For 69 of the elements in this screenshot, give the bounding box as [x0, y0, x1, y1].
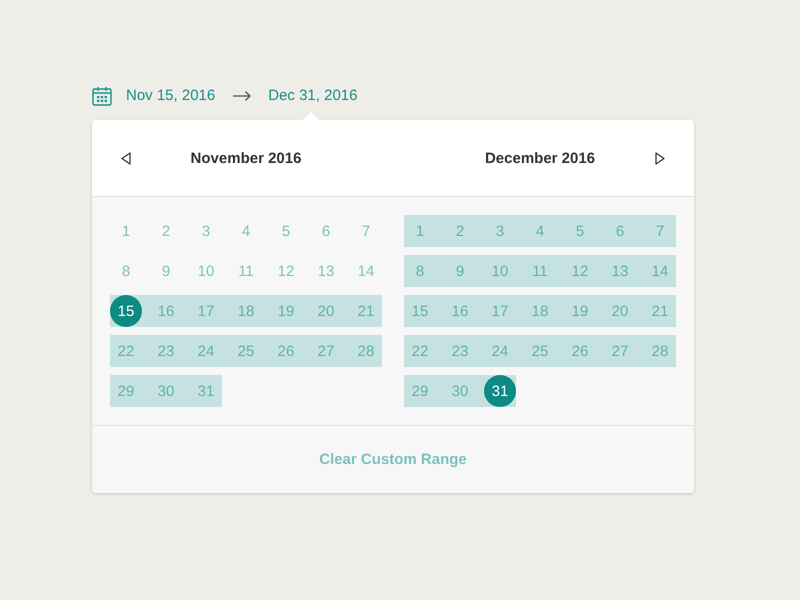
- calendar-day[interactable]: 20: [600, 295, 640, 327]
- calendar-day[interactable]: 16: [146, 295, 186, 327]
- previous-month-icon[interactable]: [121, 152, 131, 164]
- calendar-day[interactable]: 23: [146, 335, 186, 367]
- calendar-day[interactable]: 11: [520, 255, 560, 287]
- calendar-day[interactable]: 18: [520, 295, 560, 327]
- calendar-day[interactable]: 1: [404, 215, 440, 247]
- arrow-right-icon: [233, 91, 252, 101]
- month-title: December 2016: [484, 150, 596, 166]
- calendar-day[interactable]: 17: [480, 295, 520, 327]
- calendar-day[interactable]: 8: [404, 255, 440, 287]
- calendar-day[interactable]: 21: [346, 295, 382, 327]
- calendar-day[interactable]: 5: [266, 215, 306, 247]
- calendar-day[interactable]: 18: [226, 295, 266, 327]
- calendar-day[interactable]: 15: [404, 295, 440, 327]
- calendar-day[interactable]: 23: [440, 335, 480, 367]
- calendar-day[interactable]: 19: [560, 295, 600, 327]
- calendar-day[interactable]: 4: [226, 215, 266, 247]
- calendar-day[interactable]: 10: [186, 255, 226, 287]
- calendar-day[interactable]: 27: [600, 335, 640, 367]
- calendar-day[interactable]: 12: [266, 255, 306, 287]
- calendar-day[interactable]: 13: [306, 255, 346, 287]
- calendar-day[interactable]: 12: [560, 255, 600, 287]
- calendar-day[interactable]: 4: [520, 215, 560, 247]
- calendar-day[interactable]: 1: [110, 215, 146, 247]
- calendar-day[interactable]: 14: [640, 255, 676, 287]
- calendar-day[interactable]: 28: [640, 335, 676, 367]
- start-date[interactable]: Nov 15, 2016: [126, 86, 216, 106]
- calendar-day[interactable]: 29: [110, 375, 146, 407]
- calendar-day[interactable]: 27: [306, 335, 346, 367]
- calendar-day[interactable]: 6: [306, 215, 346, 247]
- calendar-day[interactable]: 26: [266, 335, 306, 367]
- calendar-day[interactable]: 24: [480, 335, 520, 367]
- calendar-day[interactable]: 9: [146, 255, 186, 287]
- month-title: November 2016: [190, 150, 302, 166]
- calendar-day[interactable]: 24: [186, 335, 226, 367]
- calendar-day[interactable]: 20: [306, 295, 346, 327]
- calendar-day[interactable]: 9: [440, 255, 480, 287]
- calendar-day[interactable]: 5: [560, 215, 600, 247]
- calendar-day[interactable]: 25: [520, 335, 560, 367]
- calendar-day[interactable]: 11: [226, 255, 266, 287]
- calendar-day[interactable]: 16: [440, 295, 480, 327]
- calendar-day[interactable]: 3: [480, 215, 520, 247]
- calendar-day[interactable]: 30: [146, 375, 186, 407]
- calendar-day[interactable]: 10: [480, 255, 520, 287]
- calendar-day[interactable]: 6: [600, 215, 640, 247]
- calendar-day[interactable]: 29: [404, 375, 440, 407]
- calendar-day[interactable]: 15: [110, 295, 146, 327]
- calendar-day[interactable]: 17: [186, 295, 226, 327]
- calendar-day[interactable]: 19: [266, 295, 306, 327]
- next-month-icon[interactable]: [655, 152, 665, 164]
- calendar-day[interactable]: 30: [440, 375, 480, 407]
- calendar-day[interactable]: 8: [110, 255, 146, 287]
- calendar-day[interactable]: 22: [404, 335, 440, 367]
- calendar-day[interactable]: 14: [346, 255, 382, 287]
- calendar-day[interactable]: 2: [146, 215, 186, 247]
- calendar-day[interactable]: 25: [226, 335, 266, 367]
- calendar-day[interactable]: 13: [600, 255, 640, 287]
- calendar-day[interactable]: 22: [110, 335, 146, 367]
- calendar-day[interactable]: 26: [560, 335, 600, 367]
- calendar-day[interactable]: 21: [640, 295, 676, 327]
- calendar-icon[interactable]: [92, 86, 112, 106]
- calendar-day[interactable]: 28: [346, 335, 382, 367]
- calendar-day[interactable]: 7: [346, 215, 382, 247]
- calendar-day[interactable]: 3: [186, 215, 226, 247]
- end-date[interactable]: Dec 31, 2016: [268, 86, 358, 106]
- calendar-day[interactable]: 2: [440, 215, 480, 247]
- clear-range-link[interactable]: Clear Custom Range: [319, 451, 467, 468]
- calendar-day[interactable]: 7: [640, 215, 676, 247]
